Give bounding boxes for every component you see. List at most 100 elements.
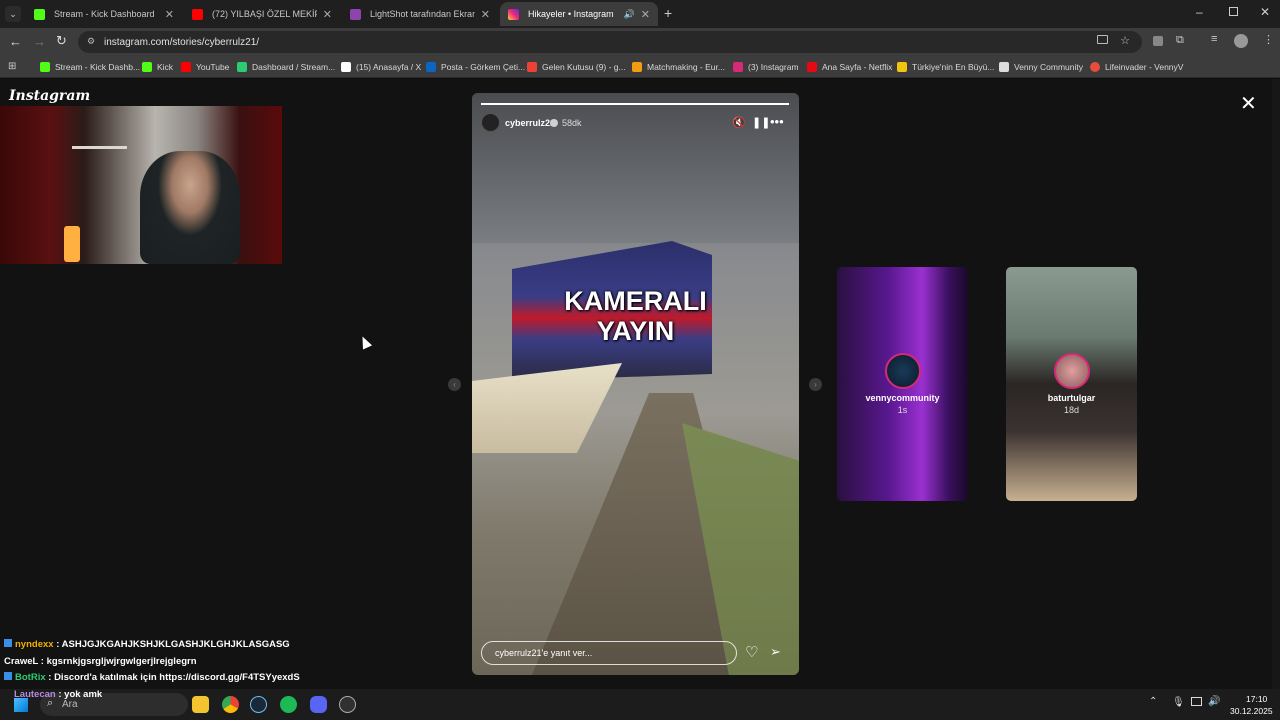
bookmark-x[interactable]: (15) Anasayfa / X xyxy=(341,60,421,74)
clock-time[interactable]: 17:10 xyxy=(1246,694,1267,704)
gmail-icon xyxy=(527,62,537,72)
file-explorer-icon[interactable] xyxy=(192,696,209,713)
close-tab-icon[interactable]: ✕ xyxy=(323,8,332,21)
bookmark-kick[interactable]: Kick xyxy=(142,60,173,74)
tab-kick-dashboard[interactable]: Stream - Kick Dashboard ✕ xyxy=(26,2,182,26)
minimize-window-button[interactable]: – xyxy=(1196,5,1203,19)
obs-icon[interactable] xyxy=(339,696,356,713)
tab-title: (72) YILBAŞI ÖZEL MEKİP KOMİ xyxy=(212,9,317,19)
bookmark-netflix[interactable]: Ana Sayfa - Netflix xyxy=(807,60,892,74)
bookmark-turkiye[interactable]: Türkiye'nin En Büyü... xyxy=(897,60,994,74)
clock-date[interactable]: 30.12.2025 xyxy=(1230,706,1273,716)
forward-arrow-icon[interactable]: → xyxy=(33,34,46,49)
site-info-icon[interactable]: ⚙ xyxy=(87,36,95,47)
close-tab-icon[interactable]: ✕ xyxy=(165,8,174,21)
address-bar[interactable]: ⚙ instagram.com/stories/cyberrulz21/ ☆ xyxy=(78,31,1142,53)
cast-icon[interactable] xyxy=(1097,35,1108,44)
story-username[interactable]: cyberrulz21 xyxy=(505,118,555,128)
close-window-button[interactable]: ✕ xyxy=(1260,5,1270,19)
reply-placeholder: cyberrulz21'e yanıt ver... xyxy=(495,648,593,658)
bookmark-gmail[interactable]: Gelen Kutusu (9) - g... xyxy=(527,60,626,74)
tab-youtube[interactable]: (72) YILBAŞI ÖZEL MEKİP KOMİ ✕ xyxy=(184,2,340,26)
tab-audio-icon[interactable]: 🔊 xyxy=(624,9,635,20)
bookmark-youtube[interactable]: YouTube xyxy=(181,60,229,74)
reply-input[interactable]: cyberrulz21'e yanıt ver... xyxy=(481,641,737,665)
chat-username: CraweL xyxy=(4,656,39,667)
reload-icon[interactable]: ↻ xyxy=(56,33,67,49)
bookmark-label: Stream - Kick Dashb... xyxy=(55,62,141,72)
chat-username: nyndexx xyxy=(15,639,54,650)
preview-header: baturtulgar 18d xyxy=(1006,353,1137,415)
preview-header: vennycommunity 1s xyxy=(837,353,968,415)
overlay-line-1: KAMERALI xyxy=(564,286,707,316)
previous-story-arrow-icon[interactable]: ‹ xyxy=(448,378,461,391)
story-progress-bar xyxy=(481,103,789,105)
bookmark-label: Türkiye'nin En Büyü... xyxy=(912,62,995,72)
extension-icon[interactable] xyxy=(1153,36,1163,46)
windows-start-icon[interactable] xyxy=(14,698,28,712)
like-heart-icon[interactable]: ♡ xyxy=(745,643,758,661)
browser-menu-icon[interactable]: ⋮ xyxy=(1263,33,1274,46)
bookmark-lifeinvader[interactable]: Lifeinvader - VennyV xyxy=(1090,60,1183,74)
close-tab-icon[interactable]: ✕ xyxy=(481,8,490,21)
chat-badge-icon xyxy=(4,639,12,647)
url-text: instagram.com/stories/cyberrulz21/ xyxy=(104,36,260,48)
close-tab-icon[interactable]: ✕ xyxy=(641,8,650,21)
x-logo-icon xyxy=(341,62,351,72)
discord-icon[interactable] xyxy=(310,696,327,713)
active-story[interactable]: cyberrulz21 58dk 🔇 ❚❚ ••• KAMERALI YAYIN… xyxy=(472,93,799,675)
profile-avatar-icon[interactable] xyxy=(1234,34,1248,48)
chat-message: CraweL : kgsrnkjgsrgljwjrgwlgerjlrejgleg… xyxy=(4,656,197,667)
pause-icon[interactable]: ❚❚ xyxy=(752,116,770,129)
story-preview-baturtulgar[interactable]: baturtulgar 18d xyxy=(1006,267,1137,501)
bookmark-label: YouTube xyxy=(196,62,230,72)
show-hidden-icons-chevron-icon[interactable]: ⌃ xyxy=(1149,696,1157,707)
search-placeholder: Ara xyxy=(62,699,78,710)
bookmark-star-icon[interactable]: ☆ xyxy=(1120,34,1130,47)
spotify-icon[interactable] xyxy=(280,696,297,713)
preview-username: baturtulgar xyxy=(1047,393,1096,403)
new-tab-button[interactable]: + xyxy=(664,5,672,21)
tab-lightshot[interactable]: LightShot tarafından Ekran Gör ✕ xyxy=(342,2,498,26)
tab-instagram-stories[interactable]: Hikayeler • Instagram 🔊 ✕ xyxy=(500,2,658,26)
browser-toolbar: ← → ↻ ⚙ instagram.com/stories/cyberrulz2… xyxy=(0,28,1280,56)
apps-grid-icon[interactable]: ⊞ xyxy=(8,61,16,72)
preview-time: 1s xyxy=(897,405,908,415)
steam-icon[interactable] xyxy=(250,696,267,713)
story-avatar[interactable] xyxy=(481,113,500,132)
streamer-webcam-overlay xyxy=(0,106,282,264)
outlook-icon xyxy=(426,62,436,72)
volume-icon[interactable]: 🔊 xyxy=(1208,696,1220,707)
share-send-icon[interactable]: ➢ xyxy=(770,644,781,660)
instagram-logo[interactable]: Instagram xyxy=(9,88,90,104)
close-stories-icon[interactable]: ✕ xyxy=(1240,91,1257,116)
more-options-icon[interactable]: ••• xyxy=(770,114,784,129)
page-scrollbar[interactable] xyxy=(1272,79,1280,689)
back-arrow-icon[interactable]: ← xyxy=(9,34,22,49)
media-control-icon[interactable]: ≡ xyxy=(1211,33,1217,45)
microphone-icon[interactable]: 🎙 xyxy=(1172,697,1185,708)
bookmark-posta[interactable]: Posta - Görkem Çeti... xyxy=(426,60,525,74)
instagram-stories-viewer: Instagram ✕ cyberrulz21 58dk 🔇 ❚❚ ••• KA… xyxy=(0,79,1280,689)
bookmark-kick-dashboard[interactable]: Stream - Kick Dashb... xyxy=(40,60,140,74)
kick-icon xyxy=(142,62,152,72)
network-icon[interactable] xyxy=(1191,697,1202,706)
next-story-arrow-icon[interactable]: › xyxy=(809,378,822,391)
kick-icon xyxy=(34,8,45,20)
venny-icon xyxy=(999,62,1009,72)
story-preview-vennycommunity[interactable]: vennycommunity 1s xyxy=(837,267,968,501)
webcam-shelf xyxy=(72,146,127,149)
bookmarks-bar: ⊞ Stream - Kick Dashb... Kick YouTube Da… xyxy=(0,56,1280,78)
webcam-lamp xyxy=(64,226,80,262)
restore-window-button[interactable] xyxy=(1229,7,1238,16)
mute-icon[interactable]: 🔇 xyxy=(732,116,746,129)
bookmark-venny-community[interactable]: Venny Community xyxy=(999,60,1083,74)
bookmark-label: (3) Instagram xyxy=(748,62,799,72)
bookmark-instagram[interactable]: (3) Instagram xyxy=(733,60,799,74)
tab-search-chevron-icon[interactable]: ⌄ xyxy=(5,6,21,22)
bookmark-matchmaking[interactable]: Matchmaking - Eur... xyxy=(632,60,725,74)
chat-text: : ASHJGJKGAHJKSHJKLGASHJKLGHJKLASGASG xyxy=(56,639,290,650)
extensions-puzzle-icon[interactable]: ⧉ xyxy=(1176,34,1184,47)
bookmark-dashboard-stream[interactable]: Dashboard / Stream... xyxy=(237,60,335,74)
chrome-icon[interactable] xyxy=(222,696,239,713)
